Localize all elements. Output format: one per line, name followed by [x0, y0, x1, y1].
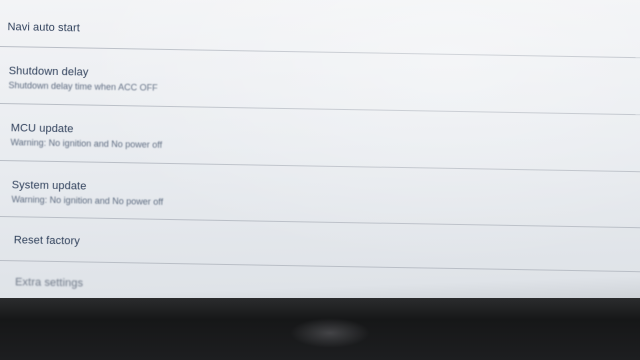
setting-title: MCU update: [10, 122, 74, 136]
setting-subtitle: Warning: No ignition and No power off: [11, 194, 164, 207]
setting-title: System update: [11, 179, 87, 193]
setting-subtitle: Warning: No ignition and No power off: [10, 137, 163, 150]
setting-title: Shutdown delay: [8, 65, 89, 79]
settings-list: Navi auto start Shutdown delay Shutdown …: [0, 0, 640, 311]
setting-title: Extra settings: [14, 276, 84, 290]
device-screen: Navi auto start Shutdown delay Shutdown …: [0, 0, 640, 360]
setting-title: Navi auto start: [7, 21, 81, 35]
setting-title: Reset factory: [13, 234, 81, 248]
setting-subtitle: Shutdown delay time when ACC OFF: [8, 80, 158, 93]
bezel-reflection: [290, 318, 370, 348]
